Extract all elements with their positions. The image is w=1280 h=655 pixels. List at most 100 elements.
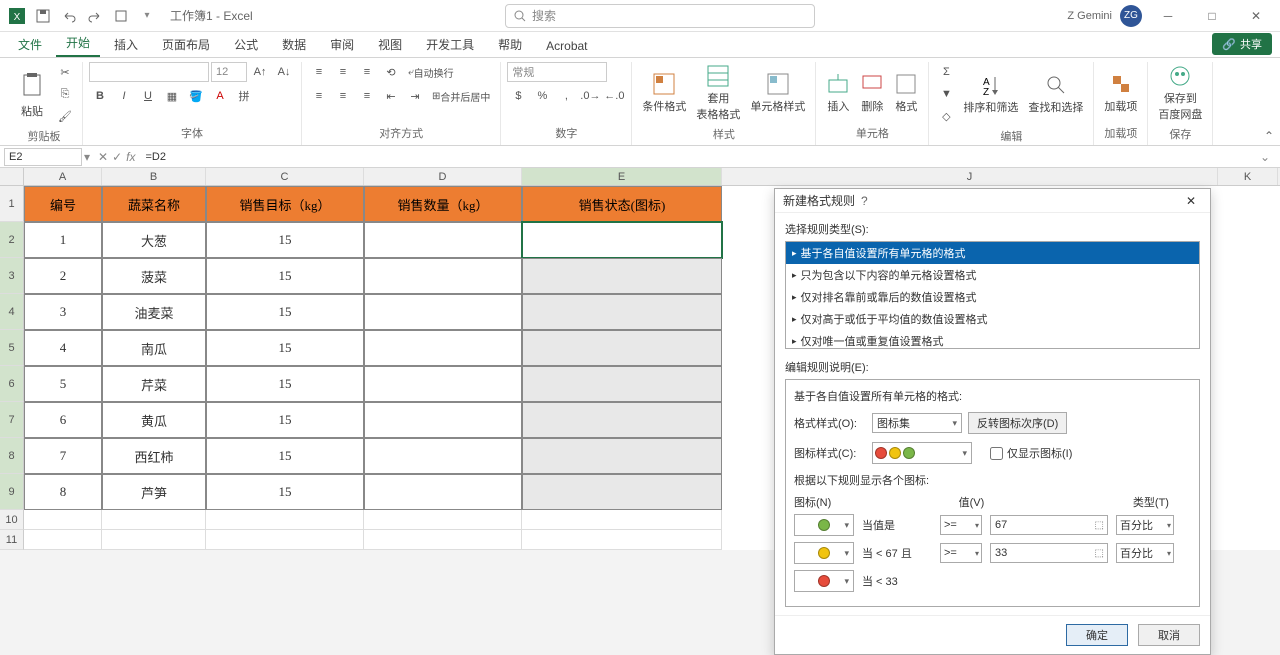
col-header-j[interactable]: J — [722, 168, 1218, 185]
increase-indent-icon[interactable]: ⇥ — [404, 86, 426, 106]
bold-icon[interactable]: B — [89, 86, 111, 106]
row-header[interactable]: 6 — [0, 366, 24, 402]
tab-home[interactable]: 开始 — [56, 30, 100, 57]
table-cell[interactable]: 15 — [206, 366, 364, 402]
align-middle-icon[interactable]: ≡ — [332, 62, 354, 82]
wrap-text-button[interactable]: ⤶自动换行 — [404, 62, 458, 82]
align-right-icon[interactable]: ≡ — [356, 86, 378, 106]
autosum-icon[interactable]: Σ — [935, 62, 957, 82]
tab-formulas[interactable]: 公式 — [224, 32, 268, 57]
qat-more-icon[interactable] — [110, 5, 132, 27]
empty-cell[interactable] — [206, 510, 364, 530]
dialog-close-icon[interactable]: ✕ — [1180, 194, 1202, 208]
table-cell[interactable] — [364, 330, 522, 366]
table-cell[interactable] — [522, 330, 722, 366]
close-button[interactable]: ✕ — [1238, 2, 1274, 30]
formula-input[interactable]: =D2 — [141, 151, 1253, 163]
number-format-combo[interactable]: 常规 — [507, 62, 607, 82]
tab-view[interactable]: 视图 — [368, 32, 412, 57]
row-header[interactable]: 3 — [0, 258, 24, 294]
table-header-cell[interactable]: 销售状态(图标) — [522, 186, 722, 222]
cancel-button[interactable]: 取消 — [1138, 624, 1200, 646]
decrease-decimal-icon[interactable]: ←.0 — [603, 86, 625, 106]
delete-cells-button[interactable]: 删除 — [856, 70, 888, 116]
tab-help[interactable]: 帮助 — [488, 32, 532, 57]
save-baidu-button[interactable]: 保存到 百度网盘 — [1154, 62, 1206, 124]
table-cell[interactable]: 15 — [206, 402, 364, 438]
table-cell[interactable]: 15 — [206, 474, 364, 510]
row-header[interactable]: 9 — [0, 474, 24, 510]
rule-type-item[interactable]: 基于各自值设置所有单元格的格式 — [786, 242, 1199, 264]
user-avatar[interactable]: ZG — [1120, 5, 1142, 27]
fill-icon[interactable]: ▼ — [935, 84, 957, 104]
icon-picker[interactable] — [794, 542, 854, 564]
table-cell[interactable]: 15 — [206, 258, 364, 294]
accept-formula-icon[interactable]: ✓ — [112, 150, 122, 164]
save-icon[interactable] — [32, 5, 54, 27]
align-left-icon[interactable]: ≡ — [308, 86, 330, 106]
table-cell[interactable]: 黄瓜 — [102, 402, 206, 438]
table-cell[interactable]: 2 — [24, 258, 102, 294]
table-cell[interactable]: 8 — [24, 474, 102, 510]
col-header-c[interactable]: C — [206, 168, 364, 185]
col-header-b[interactable]: B — [102, 168, 206, 185]
name-box-dropdown-icon[interactable]: ▾ — [82, 150, 92, 164]
row-header[interactable]: 8 — [0, 438, 24, 474]
table-cell[interactable]: 1 — [24, 222, 102, 258]
tab-insert[interactable]: 插入 — [104, 32, 148, 57]
value-input[interactable]: 67 — [990, 515, 1108, 535]
tab-acrobat[interactable]: Acrobat — [536, 35, 597, 57]
dialog-help-icon[interactable]: ? — [855, 194, 874, 208]
empty-cell[interactable] — [522, 530, 722, 550]
table-cell[interactable]: 4 — [24, 330, 102, 366]
col-header-a[interactable]: A — [24, 168, 102, 185]
phonetic-icon[interactable]: 拼 — [233, 86, 255, 106]
cell-styles-button[interactable]: 单元格样式 — [746, 70, 809, 116]
search-box[interactable]: 搜索 — [505, 4, 815, 28]
show-icon-only-checkbox[interactable] — [990, 447, 1003, 460]
increase-font-icon[interactable]: A↑ — [249, 62, 271, 82]
cut-icon[interactable]: ✂ — [54, 62, 76, 82]
col-header-e[interactable]: E — [522, 168, 722, 185]
table-cell[interactable] — [522, 402, 722, 438]
table-header-cell[interactable]: 蔬菜名称 — [102, 186, 206, 222]
row-header[interactable]: 7 — [0, 402, 24, 438]
sort-filter-button[interactable]: AZ排序和筛选 — [959, 71, 1022, 117]
find-select-button[interactable]: 查找和选择 — [1024, 71, 1087, 117]
table-header-cell[interactable]: 销售目标（kg） — [206, 186, 364, 222]
table-cell[interactable]: 油麦菜 — [102, 294, 206, 330]
comma-icon[interactable]: , — [555, 86, 577, 106]
icon-style-select[interactable] — [872, 442, 972, 464]
col-header-k[interactable]: K — [1218, 168, 1278, 185]
font-size-combo[interactable]: 12 — [211, 62, 247, 82]
table-cell[interactable] — [364, 438, 522, 474]
empty-cell[interactable] — [364, 530, 522, 550]
collapse-ribbon-icon[interactable]: ⌃ — [1264, 129, 1274, 143]
rule-type-item[interactable]: 仅对排名靠前或靠后的数值设置格式 — [786, 286, 1199, 308]
icon-picker[interactable] — [794, 514, 854, 536]
table-cell[interactable] — [364, 222, 522, 258]
fx-icon[interactable]: fx — [126, 150, 135, 164]
table-cell[interactable]: 15 — [206, 438, 364, 474]
reverse-icon-order-button[interactable]: 反转图标次序(D) — [968, 412, 1067, 434]
table-cell[interactable]: 菠菜 — [102, 258, 206, 294]
table-cell[interactable]: 6 — [24, 402, 102, 438]
table-cell[interactable]: 15 — [206, 222, 364, 258]
table-cell[interactable] — [364, 474, 522, 510]
empty-cell[interactable] — [24, 530, 102, 550]
tab-developer[interactable]: 开发工具 — [416, 32, 484, 57]
table-cell[interactable]: 西红柿 — [102, 438, 206, 474]
percent-icon[interactable]: % — [531, 86, 553, 106]
table-cell[interactable] — [522, 222, 722, 258]
table-cell[interactable] — [522, 474, 722, 510]
align-bottom-icon[interactable]: ≡ — [356, 62, 378, 82]
cancel-formula-icon[interactable]: ✕ — [98, 150, 108, 164]
addins-button[interactable]: 加载项 — [1100, 70, 1141, 116]
table-header-cell[interactable]: 销售数量（kg） — [364, 186, 522, 222]
col-header-d[interactable]: D — [364, 168, 522, 185]
empty-cell[interactable] — [522, 510, 722, 530]
table-cell[interactable] — [364, 402, 522, 438]
align-center-icon[interactable]: ≡ — [332, 86, 354, 106]
table-cell[interactable]: 15 — [206, 294, 364, 330]
increase-decimal-icon[interactable]: .0→ — [579, 86, 601, 106]
